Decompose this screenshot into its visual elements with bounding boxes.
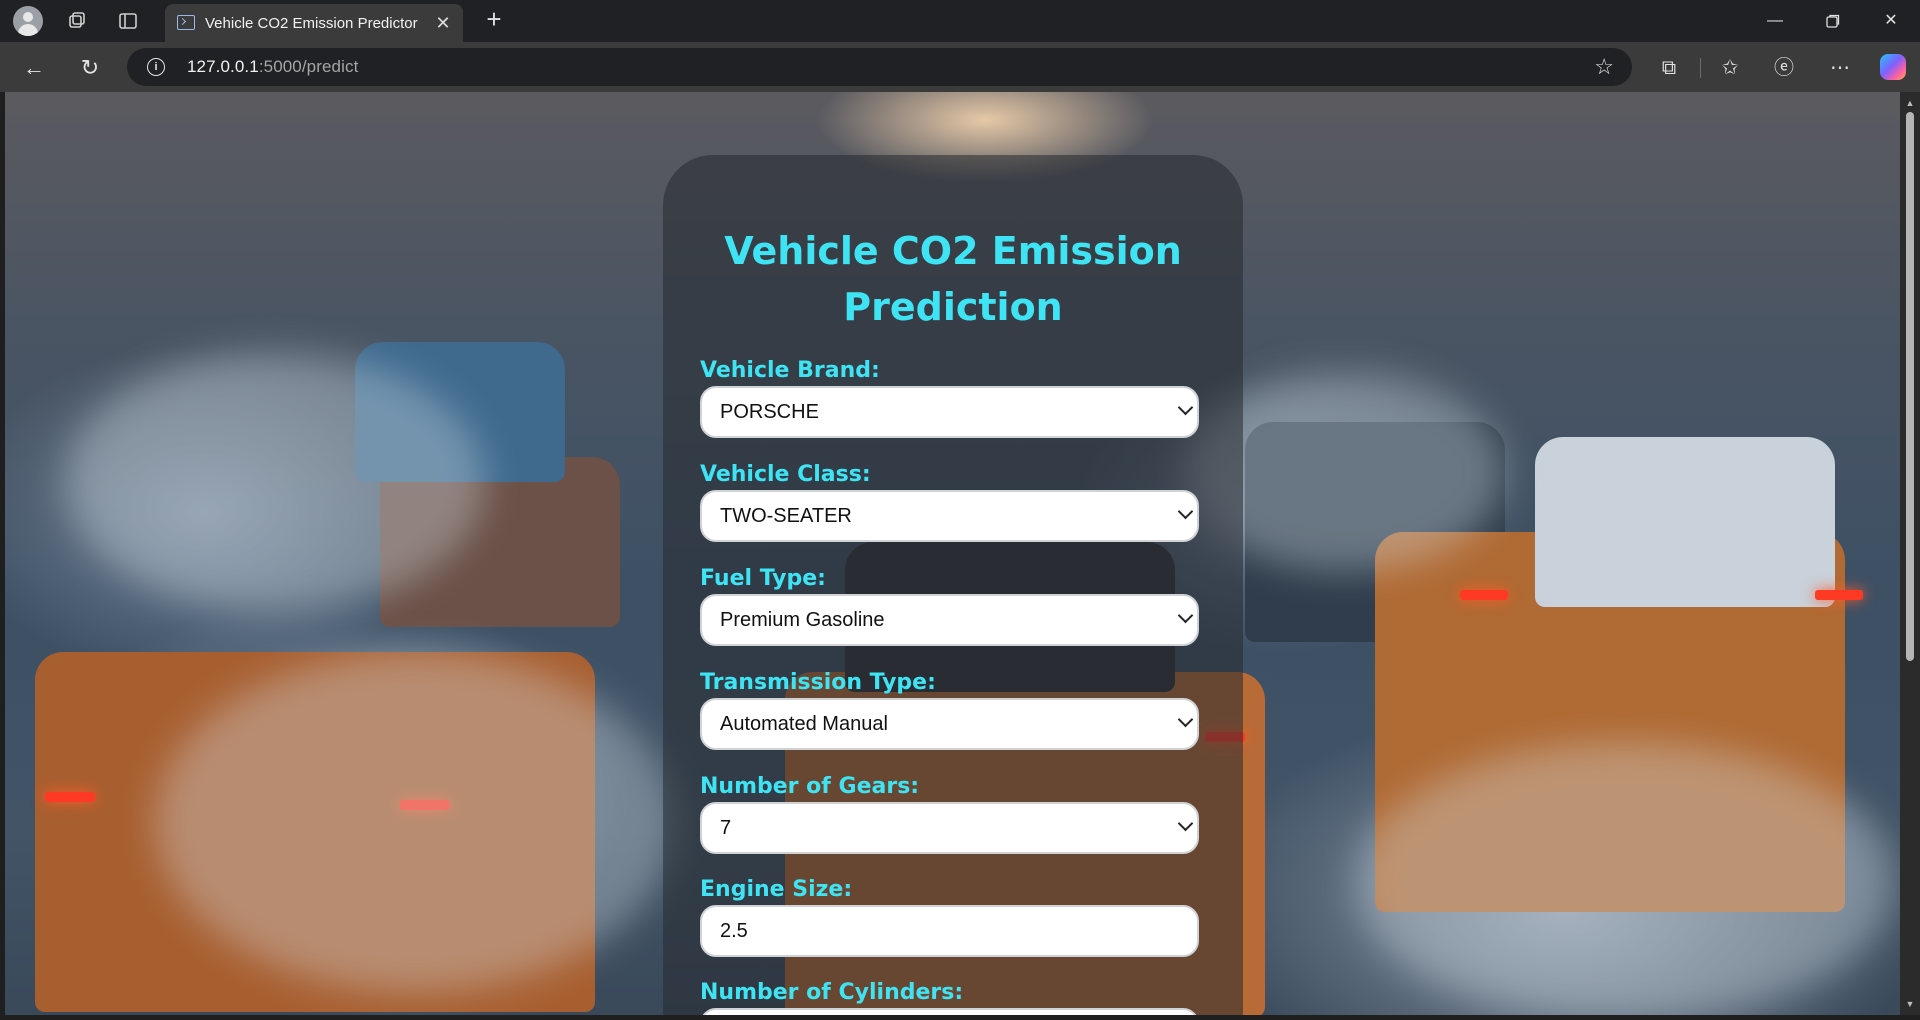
exhaust-smoke [1355, 742, 1895, 1015]
chevron-down-icon [1177, 815, 1194, 832]
vertical-tabs-icon[interactable] [115, 8, 141, 34]
page-title: Vehicle CO2 Emission Prediction [724, 229, 1182, 329]
vehicle-class-label: Vehicle Class: [700, 462, 871, 487]
address-bar[interactable]: i 127.0.0.1:5000/predict ☆ [127, 48, 1632, 86]
background-car [1535, 437, 1835, 607]
chevron-down-icon [1177, 711, 1194, 728]
url-text[interactable]: 127.0.0.1:5000/predict [187, 57, 358, 77]
minimize-icon[interactable]: — [1752, 6, 1798, 36]
scroll-down-icon[interactable]: ▼ [1905, 999, 1915, 1009]
close-window-icon[interactable]: ✕ [1868, 6, 1914, 36]
profile-avatar-icon[interactable] [13, 6, 43, 36]
copilot-icon[interactable] [1880, 54, 1906, 80]
tail-light [1460, 590, 1508, 600]
chevron-down-icon [1177, 399, 1194, 416]
page-background: Vehicle CO2 Emission Prediction Vehicle … [5, 92, 1900, 1015]
collections-icon[interactable]: ⓔ [1770, 54, 1798, 82]
workspaces-icon[interactable] [64, 8, 90, 34]
vehicle-brand-select[interactable]: PORSCHE [700, 386, 1199, 438]
page-scrollbar[interactable]: ▲ ▼ [1900, 92, 1920, 1015]
tail-light [45, 792, 95, 802]
vehicle-brand-label: Vehicle Brand: [700, 358, 880, 383]
fuel-type-label: Fuel Type: [700, 566, 826, 591]
number-of-cylinders-label: Number of Cylinders: [700, 980, 964, 1005]
favorite-star-icon[interactable]: ☆ [1594, 54, 1614, 80]
terminal-favicon-icon [177, 15, 195, 30]
prediction-form-card: Vehicle CO2 Emission Prediction Vehicle … [663, 155, 1243, 1015]
engine-size-input[interactable]: 2.5 [700, 905, 1199, 957]
number-of-gears-select[interactable]: 7 [700, 802, 1199, 854]
exhaust-smoke [155, 652, 675, 992]
vehicle-class-select[interactable]: TWO-SEATER [700, 490, 1199, 542]
chevron-down-icon [1177, 503, 1194, 520]
scrollbar-thumb[interactable] [1906, 112, 1914, 661]
transmission-type-label: Transmission Type: [700, 670, 936, 695]
extensions-icon[interactable]: ⧉ [1655, 54, 1683, 82]
back-icon[interactable]: ← [18, 52, 50, 84]
more-menu-icon[interactable]: ⋯ [1826, 54, 1854, 82]
restore-icon[interactable] [1810, 6, 1856, 36]
fuel-type-select[interactable]: Premium Gasoline [700, 594, 1199, 646]
tab-strip: Vehicle CO2 Emission Predictor ✕ + — ✕ [0, 0, 1920, 42]
transmission-type-select[interactable]: Automated Manual [700, 698, 1199, 750]
close-tab-icon[interactable]: ✕ [433, 13, 453, 33]
new-tab-icon[interactable]: + [480, 6, 508, 34]
scroll-up-icon[interactable]: ▲ [1905, 98, 1915, 108]
number-of-gears-label: Number of Gears: [700, 774, 920, 799]
refresh-icon[interactable]: ↻ [74, 52, 106, 84]
number-of-cylinders-input[interactable] [700, 1008, 1199, 1015]
tail-light [1815, 590, 1863, 600]
tab-active[interactable]: Vehicle CO2 Emission Predictor ✕ [165, 4, 463, 42]
favorites-icon[interactable]: ✩ [1716, 54, 1744, 82]
chevron-down-icon [1177, 607, 1194, 624]
tab-title: Vehicle CO2 Emission Predictor [205, 15, 418, 32]
toolbar-divider [1700, 58, 1701, 78]
engine-size-label: Engine Size: [700, 877, 853, 902]
site-info-icon[interactable]: i [147, 58, 165, 76]
toolbar: ← ↻ i 127.0.0.1:5000/predict ☆ ⧉ ✩ ⓔ ⋯ [0, 42, 1920, 92]
exhaust-smoke [65, 352, 485, 612]
